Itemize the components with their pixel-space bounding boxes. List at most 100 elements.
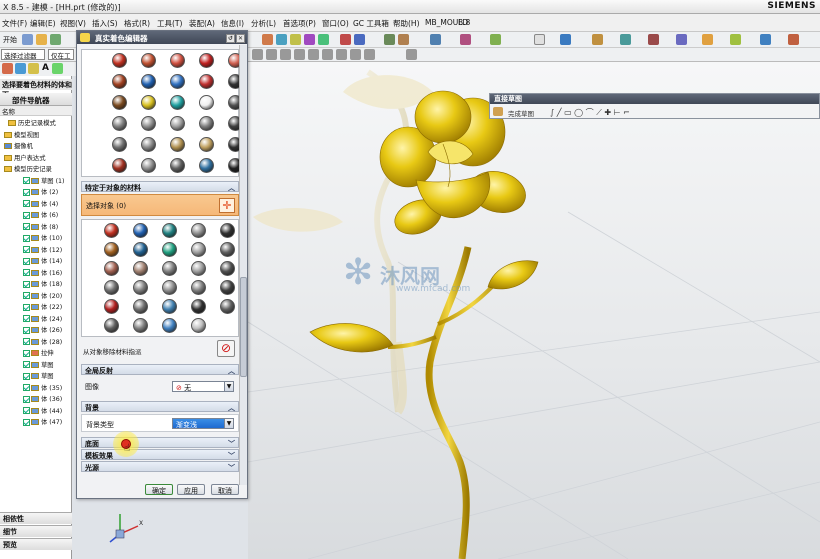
- visibility-checkbox[interactable]: [23, 200, 30, 207]
- visibility-checkbox[interactable]: [23, 315, 30, 322]
- tree-item[interactable]: 草图 (1): [0, 176, 72, 187]
- snap-on-curve-icon[interactable]: [364, 49, 375, 60]
- material-swatch[interactable]: [162, 242, 177, 257]
- material-swatch[interactable]: [104, 280, 119, 295]
- material-swatch[interactable]: [104, 299, 119, 314]
- visibility-checkbox[interactable]: [23, 361, 30, 368]
- material-swatch[interactable]: [162, 223, 177, 238]
- visibility-checkbox[interactable]: [23, 280, 30, 288]
- leaf-left[interactable]: [309, 323, 394, 353]
- tree-item[interactable]: 草图: [0, 360, 72, 371]
- visibility-checkbox[interactable]: [23, 372, 30, 380]
- tree-item[interactable]: 体 (36): [0, 394, 72, 405]
- material-swatch[interactable]: [191, 299, 206, 314]
- visibility-checkbox[interactable]: [23, 223, 30, 230]
- close-icon[interactable]: ✕: [236, 34, 245, 43]
- menu-file[interactable]: 文件(F): [2, 18, 27, 29]
- material-swatch[interactable]: [141, 95, 156, 110]
- visibility-checkbox[interactable]: [23, 349, 30, 357]
- rotate-icon[interactable]: [28, 63, 39, 74]
- tree-item[interactable]: 摄像机: [0, 141, 72, 152]
- tree-item[interactable]: 体 (24): [0, 314, 72, 325]
- material-swatch[interactable]: [112, 137, 127, 152]
- material-swatch[interactable]: [170, 53, 185, 68]
- sketch-icon[interactable]: [276, 34, 287, 45]
- start-menu[interactable]: 开始: [3, 35, 17, 45]
- material-swatch[interactable]: [112, 53, 127, 68]
- menu-insert[interactable]: 插入(S): [92, 18, 118, 29]
- material-swatch[interactable]: [141, 158, 156, 173]
- material-swatch[interactable]: [220, 223, 235, 238]
- column-header-name[interactable]: 名称: [0, 106, 72, 116]
- tree-item[interactable]: 体 (28): [0, 337, 72, 348]
- view-icon[interactable]: [534, 34, 545, 45]
- tree-item[interactable]: 体 (6): [0, 210, 72, 221]
- material-swatch[interactable]: [191, 261, 206, 276]
- tree-item[interactable]: 体 (8): [0, 222, 72, 233]
- tree-item[interactable]: 体 (35): [0, 383, 72, 394]
- material-swatch[interactable]: [133, 318, 148, 333]
- mirror-icon[interactable]: [398, 34, 409, 45]
- undo-icon[interactable]: [22, 34, 33, 45]
- graphics-viewport[interactable]: ✻ 沐风网 www.mfcad.com: [248, 62, 820, 559]
- apply-button[interactable]: 应用: [177, 484, 205, 495]
- shell-icon[interactable]: [430, 34, 441, 45]
- finish-sketch-button[interactable]: 完成草图: [508, 108, 534, 118]
- select-object-row[interactable]: 选择对象 (0) ✛: [81, 194, 239, 216]
- render-icon[interactable]: [592, 34, 603, 45]
- panel-details[interactable]: 细节: [0, 525, 72, 537]
- chevron-down-icon[interactable]: ▼: [224, 419, 233, 428]
- crosshair-icon[interactable]: ✛: [219, 198, 235, 213]
- visibility-checkbox[interactable]: [23, 407, 30, 414]
- material-swatch[interactable]: [162, 261, 177, 276]
- material-swatch[interactable]: [220, 242, 235, 257]
- image-combo[interactable]: ⊘ 无 ▼: [172, 381, 234, 392]
- material-swatch[interactable]: [112, 158, 127, 173]
- chamfer-icon[interactable]: [354, 34, 365, 45]
- extrude-icon[interactable]: [290, 34, 301, 45]
- snap-existing-icon[interactable]: [350, 49, 361, 60]
- open-icon[interactable]: [36, 34, 47, 45]
- visibility-checkbox[interactable]: [23, 303, 30, 311]
- menu-edit[interactable]: 编辑(E): [30, 18, 56, 29]
- dialog-scrollbar[interactable]: [239, 45, 247, 485]
- revolve-icon[interactable]: [304, 34, 315, 45]
- menu-preferences[interactable]: 首选项(P): [283, 18, 316, 29]
- fit-icon[interactable]: [2, 63, 13, 74]
- visibility-checkbox[interactable]: [23, 269, 30, 276]
- trim-icon[interactable]: [460, 34, 471, 45]
- tree-item[interactable]: 用户表达式: [0, 153, 72, 164]
- part-navigator-title[interactable]: 部件导航器: [0, 93, 72, 106]
- menu-analysis[interactable]: 分析(L): [251, 18, 276, 29]
- material-swatch[interactable]: [170, 137, 185, 152]
- tree-item[interactable]: 体 (14): [0, 256, 72, 267]
- section-background[interactable]: 背景 ︿: [81, 401, 239, 412]
- material-swatch[interactable]: [104, 318, 119, 333]
- menu-tools[interactable]: 工具(T): [157, 18, 182, 29]
- scrollbar-thumb[interactable]: [240, 277, 247, 377]
- tree-item[interactable]: 体 (26): [0, 325, 72, 336]
- scope-combo[interactable]: 仅在工: [48, 49, 74, 60]
- visibility-checkbox[interactable]: [23, 418, 30, 426]
- tree-item[interactable]: 体 (18): [0, 279, 72, 290]
- tree-item[interactable]: 体 (10): [0, 233, 72, 244]
- tree-item[interactable]: 拉伸: [0, 348, 72, 359]
- tree-item[interactable]: 体 (12): [0, 245, 72, 256]
- material-swatch[interactable]: [141, 53, 156, 68]
- material-swatch[interactable]: [199, 137, 214, 152]
- hole-icon[interactable]: [318, 34, 329, 45]
- ok-button[interactable]: 确定: [145, 484, 173, 495]
- cube-icon[interactable]: [760, 34, 771, 45]
- material-swatch[interactable]: [170, 95, 185, 110]
- tree-item[interactable]: 体 (44): [0, 406, 72, 417]
- tree-item[interactable]: 体 (47): [0, 417, 72, 428]
- visibility-checkbox[interactable]: [23, 292, 30, 299]
- material-swatch[interactable]: [133, 223, 148, 238]
- material-swatch[interactable]: [104, 261, 119, 276]
- tree-item[interactable]: 体 (2): [0, 187, 72, 198]
- blend-icon[interactable]: [340, 34, 351, 45]
- material-swatch[interactable]: [199, 74, 214, 89]
- pattern-icon[interactable]: [384, 34, 395, 45]
- offset-icon[interactable]: [490, 34, 501, 45]
- snap-mid-icon[interactable]: [280, 49, 291, 60]
